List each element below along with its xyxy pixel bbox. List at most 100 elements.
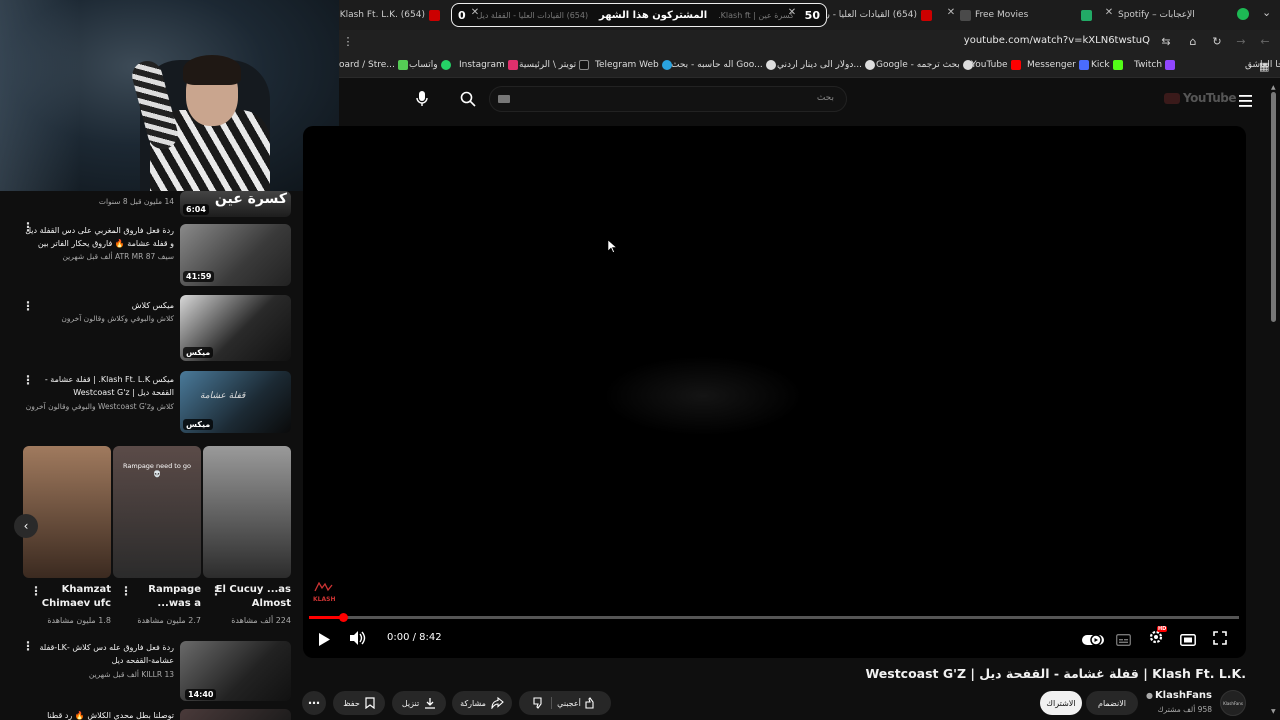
share-button[interactable]: مشاركة — [452, 691, 512, 715]
like-icon — [585, 697, 594, 709]
search-icon[interactable] — [460, 91, 476, 111]
tab-menu-chevron-icon[interactable]: ⌄ — [1262, 6, 1271, 19]
short-thumbnail-khamzat[interactable] — [23, 446, 111, 578]
video-duration: 41:59 — [183, 271, 215, 282]
carousel-previous-icon[interactable]: ‹ — [14, 514, 38, 538]
extensions-icon[interactable]: ⋮ — [341, 35, 355, 48]
short-title[interactable]: Rampage ...was a — [124, 583, 201, 611]
channel-avatar[interactable]: KlashFans — [1220, 690, 1246, 716]
tab-leadership[interactable]: (654) القيادات العليا - رد ا... — [826, 3, 932, 27]
bookmark-calculator[interactable]: اله حاسبه - بحث Goo... — [671, 60, 776, 70]
youtube-logo[interactable]: YouTube — [1163, 91, 1237, 105]
all-bookmarks-icon[interactable]: ▦ — [1259, 60, 1269, 73]
save-button[interactable]: حفظ — [333, 691, 385, 715]
youtube-favicon-icon — [921, 9, 932, 21]
short-caption: Rampage need to go 💀 — [123, 462, 191, 478]
more-options-icon[interactable]: ⋮ — [22, 299, 34, 313]
tab-close-icon[interactable]: ✕ — [785, 7, 799, 18]
back-icon[interactable]: ← — [1258, 35, 1272, 48]
more-options-icon[interactable]: ⋮ — [22, 639, 34, 653]
video-title[interactable]: ميكس Klash Ft. L.K. | قفلة عشامة - القفح… — [24, 373, 174, 399]
bookmark-currency[interactable]: دولار الى دينار اردني... — [777, 60, 875, 70]
bookmark-telegram[interactable]: Telegram Web — [595, 60, 672, 70]
home-icon[interactable]: ⌂ — [1186, 35, 1200, 48]
watermark-text: KLASH — [313, 596, 336, 603]
play-icon[interactable] — [318, 631, 330, 650]
bookmark-twitter[interactable]: تويتر \ الرئيسية — [519, 60, 590, 70]
bookmark-translate[interactable]: Google - بحث ترجمه — [876, 60, 973, 70]
page-scrollbar[interactable] — [1271, 92, 1276, 322]
bookmark-label: واتساب — [409, 60, 438, 70]
video-title[interactable]: توصلنا بطل محدي الكلاش 🔥 رد قطنا على... — [24, 709, 174, 720]
more-options-icon[interactable]: ⋮ — [30, 584, 42, 598]
short-thumbnail-rampage[interactable]: Rampage need to go 💀 — [113, 446, 201, 578]
more-options-icon[interactable]: ⋮ — [22, 373, 34, 387]
more-options-icon[interactable]: ⋮ — [210, 584, 222, 598]
tab-title: Free Movies — [975, 10, 1029, 20]
download-icon — [425, 698, 436, 709]
tab-klash[interactable]: Klash Ft. L.K. (654)| قلة عشا... — [340, 3, 440, 27]
video-player[interactable]: KLASH 0:00 / 8:42 HD — [303, 126, 1246, 658]
keyboard-icon[interactable] — [498, 95, 510, 103]
url-field[interactable]: youtube.com/watch?v=kXLN6twstuQ — [964, 35, 1150, 46]
video-title[interactable]: ردة فعل فاروق المغربي على دس القفلة ديل … — [24, 224, 174, 250]
more-actions-icon[interactable]: ⋯ — [302, 691, 326, 715]
subscribe-button[interactable]: الاشتراك — [1040, 691, 1082, 715]
bookmark-stream[interactable]: oard / Stre... — [339, 60, 408, 70]
scroll-down-icon[interactable]: ▼ — [1271, 708, 1276, 715]
autoplay-toggle[interactable] — [1082, 631, 1104, 650]
youtube-favicon-icon — [429, 9, 440, 21]
short-title[interactable]: El Cucuy ...as Almost — [214, 583, 291, 611]
more-options-icon[interactable]: ⋮ — [120, 584, 132, 598]
short-thumbnail-elcucuy[interactable] — [203, 446, 291, 578]
save-label: حفظ — [343, 698, 360, 708]
bookmark-youtube[interactable]: YouTube — [971, 60, 1021, 70]
site-settings-icon[interactable]: ⇆ — [1159, 35, 1173, 48]
voice-search-icon[interactable] — [416, 91, 428, 107]
theater-mode-icon[interactable] — [1180, 631, 1196, 650]
tab-close-icon[interactable]: ✕ — [1102, 7, 1116, 18]
subtitles-icon[interactable] — [1116, 631, 1131, 650]
video-title[interactable]: ردة فعل فاروق عله دس كلاش -LK-قفلة عشامة… — [24, 641, 175, 667]
tab-spotify[interactable]: Spotify – الإعجابات — [1118, 3, 1208, 27]
bookmark-icon — [365, 697, 375, 709]
bookmark-label: Instagram — [459, 60, 505, 70]
progress-fill — [309, 616, 344, 619]
like-button[interactable]: أعجبني — [557, 697, 597, 709]
scrubber-handle[interactable] — [339, 613, 349, 622]
video-thumbnail[interactable] — [180, 709, 291, 720]
avatar-text: KlashFans — [1223, 701, 1243, 706]
video-title[interactable]: ميكس كلاش — [24, 299, 174, 312]
download-button[interactable]: تنزيل — [392, 691, 446, 715]
bookmark-whatsapp[interactable]: واتساب — [409, 60, 451, 70]
progress-bar[interactable] — [309, 613, 1239, 622]
forward-icon[interactable]: → — [1234, 35, 1248, 48]
dislike-button[interactable] — [533, 697, 553, 709]
reload-icon[interactable]: ↻ — [1210, 35, 1224, 48]
google-icon — [765, 60, 776, 70]
fullscreen-icon[interactable] — [1213, 630, 1227, 649]
hamburger-menu-icon[interactable] — [1239, 92, 1252, 111]
short-title[interactable]: Khamzat Chimaev ufc — [36, 583, 111, 611]
bookmark-messenger[interactable]: Messenger — [1027, 60, 1089, 70]
bookmark-label: Twitch — [1134, 60, 1163, 70]
extension-icon — [1081, 9, 1092, 21]
channel-name[interactable]: ● KlashFans — [1146, 690, 1212, 701]
share-label: مشاركة — [460, 698, 486, 708]
bookmark-label: Messenger — [1027, 60, 1076, 70]
volume-icon[interactable] — [350, 630, 366, 649]
bookmark-instagram[interactable]: Instagram — [459, 60, 518, 70]
join-button[interactable]: الانضمام — [1086, 691, 1138, 715]
bookmark-label: دولار الى دينار اردني... — [777, 60, 862, 70]
scroll-up-icon[interactable]: ▲ — [1271, 84, 1276, 91]
bookmark-twitch[interactable]: Twitch — [1134, 60, 1176, 70]
more-options-icon[interactable]: ⋮ — [22, 220, 34, 234]
webcam-light — [0, 0, 80, 191]
tab-close-icon[interactable]: ✕ — [944, 7, 958, 18]
bookmark-kick[interactable]: Kick — [1091, 60, 1123, 70]
tab-close-icon[interactable]: ✕ — [468, 7, 482, 18]
settings-gear-icon[interactable]: HD — [1148, 626, 1168, 649]
tab-extension[interactable] — [1078, 3, 1092, 27]
search-input[interactable]: بحث — [489, 86, 847, 112]
tab-free-movies[interactable]: Free Movies — [960, 3, 1060, 27]
